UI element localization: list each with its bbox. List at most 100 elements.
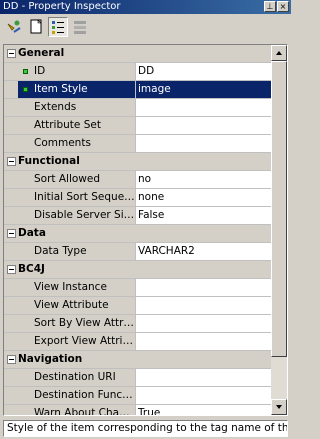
category-label: Functional: [18, 155, 80, 167]
property-row[interactable]: ID DD: [4, 63, 272, 81]
collapse-icon[interactable]: [7, 229, 16, 238]
property-row[interactable]: Extends: [4, 99, 272, 117]
row-gutter: [4, 297, 18, 314]
property-value[interactable]: [136, 387, 272, 404]
row-gutter: [4, 135, 18, 152]
row-gutter: [4, 333, 18, 350]
row-gutter: [4, 171, 18, 188]
property-name[interactable]: Extends: [18, 99, 136, 116]
modified-marker-icon: [23, 69, 28, 74]
property-row[interactable]: Warn About Chang... True: [4, 405, 272, 415]
category-row[interactable]: BC4J: [4, 261, 272, 279]
close-button[interactable]: ×: [277, 1, 289, 12]
property-row[interactable]: View Attribute: [4, 297, 272, 315]
row-gutter: [4, 243, 18, 260]
row-gutter: [4, 63, 18, 80]
description-bar: Style of the item corresponding to the t…: [3, 420, 288, 437]
new-window-button[interactable]: [26, 17, 46, 37]
property-row[interactable]: Attribute Set: [4, 117, 272, 135]
row-gutter: [4, 369, 18, 386]
property-name[interactable]: Attribute Set: [18, 117, 136, 134]
arrow-down-icon: [276, 405, 282, 409]
scroll-down-button[interactable]: [271, 399, 287, 415]
property-name[interactable]: Export View Attrib...: [18, 333, 136, 350]
categorized-view-icon: [52, 21, 64, 34]
property-name[interactable]: Item Style: [18, 81, 136, 98]
property-value[interactable]: [136, 99, 272, 116]
property-value[interactable]: VARCHAR2: [136, 243, 272, 260]
alphabetical-view-button[interactable]: [70, 17, 90, 37]
property-value[interactable]: image: [136, 81, 272, 98]
property-value[interactable]: [136, 297, 272, 314]
category-row[interactable]: Navigation: [4, 351, 272, 369]
window-title: DD - Property Inspector: [3, 1, 121, 12]
property-name[interactable]: Disable Server Sid...: [18, 207, 136, 224]
property-name[interactable]: Initial Sort Sequence: [18, 189, 136, 206]
property-value[interactable]: DD: [136, 63, 272, 80]
property-row[interactable]: Initial Sort Sequence none: [4, 189, 272, 207]
category-row[interactable]: Functional: [4, 153, 272, 171]
categorized-view-button[interactable]: [48, 17, 68, 37]
property-grid: General ID DD Item Style image Extends Attribu…: [3, 44, 288, 416]
new-window-icon: [30, 19, 42, 34]
arrow-up-icon: [276, 51, 282, 55]
row-gutter: [4, 387, 18, 404]
property-row[interactable]: Destination URI: [4, 369, 272, 387]
property-value[interactable]: [136, 279, 272, 296]
modified-marker-icon: [23, 87, 28, 92]
property-name[interactable]: Warn About Chang...: [18, 405, 136, 415]
property-row[interactable]: Sort By View Attri...: [4, 315, 272, 333]
property-value[interactable]: [136, 117, 272, 134]
property-value[interactable]: [136, 333, 272, 350]
property-name[interactable]: Sort By View Attri...: [18, 315, 136, 332]
property-name[interactable]: Data Type: [18, 243, 136, 260]
row-gutter: [4, 99, 18, 116]
collapse-icon[interactable]: [7, 355, 16, 364]
row-gutter: [4, 405, 18, 415]
category-row[interactable]: Data: [4, 225, 272, 243]
row-gutter: [4, 81, 18, 98]
scroll-up-button[interactable]: [271, 45, 287, 61]
pin-button[interactable]: ⊥: [264, 1, 276, 12]
category-row[interactable]: General: [4, 45, 272, 63]
property-value[interactable]: [136, 135, 272, 152]
connect-icon: [7, 20, 21, 33]
property-row[interactable]: View Instance: [4, 279, 272, 297]
property-row[interactable]: Disable Server Sid... False: [4, 207, 272, 225]
property-value[interactable]: True: [136, 405, 272, 415]
property-name[interactable]: Comments: [18, 135, 136, 152]
property-name[interactable]: ID: [18, 63, 136, 80]
row-gutter: [4, 189, 18, 206]
row-gutter: [4, 207, 18, 224]
property-name[interactable]: View Attribute: [18, 297, 136, 314]
collapse-icon[interactable]: [7, 265, 16, 274]
property-name[interactable]: View Instance: [18, 279, 136, 296]
category-label: Navigation: [18, 353, 83, 365]
collapse-icon[interactable]: [7, 157, 16, 166]
property-row[interactable]: Sort Allowed no: [4, 171, 272, 189]
property-row[interactable]: Data Type VARCHAR2: [4, 243, 272, 261]
property-row[interactable]: Comments: [4, 135, 272, 153]
title-bar[interactable]: DD - Property Inspector ⊥ ×: [0, 0, 291, 14]
property-row[interactable]: Destination Function: [4, 387, 272, 405]
property-row[interactable]: Export View Attrib...: [4, 333, 272, 351]
property-value[interactable]: [136, 369, 272, 386]
category-label: Data: [18, 227, 46, 239]
collapse-icon[interactable]: [7, 49, 16, 58]
property-value[interactable]: False: [136, 207, 272, 224]
property-name[interactable]: Sort Allowed: [18, 171, 136, 188]
row-gutter: [4, 279, 18, 296]
property-value[interactable]: no: [136, 171, 272, 188]
property-value[interactable]: [136, 315, 272, 332]
connect-button[interactable]: [4, 17, 24, 37]
property-value[interactable]: none: [136, 189, 272, 206]
property-row[interactable]: Item Style image: [4, 81, 272, 99]
row-gutter: [4, 117, 18, 134]
category-label: General: [18, 47, 65, 59]
property-list: General ID DD Item Style image Extends Attribu…: [4, 45, 272, 415]
property-name[interactable]: Destination Function: [18, 387, 136, 404]
property-name[interactable]: Destination URI: [18, 369, 136, 386]
vertical-scrollbar[interactable]: [271, 45, 287, 415]
toolbar: [0, 14, 291, 41]
scroll-thumb[interactable]: [271, 61, 287, 357]
